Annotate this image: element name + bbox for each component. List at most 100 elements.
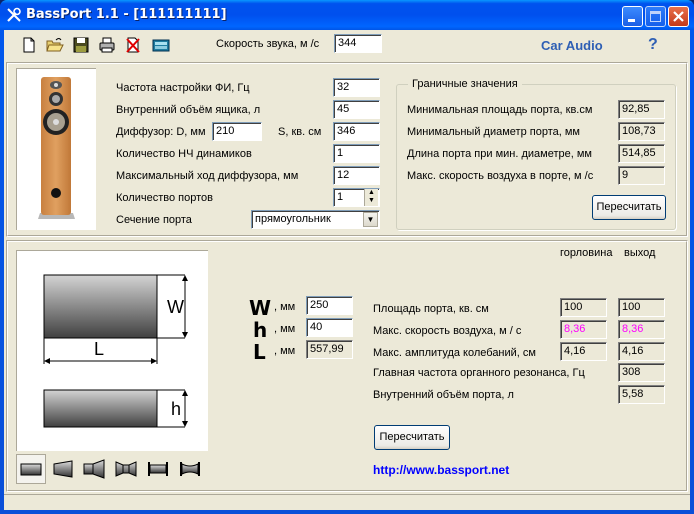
double-flared-port-icon	[115, 461, 137, 477]
limits-group-title: Граничные значения	[408, 78, 522, 90]
limit-value: 9	[618, 166, 665, 185]
port-dimensions-diagram: W L h	[43, 274, 188, 428]
title-bar[interactable]: BassPort 1.1 - [111111111]	[0, 0, 694, 30]
length-value: 557,99	[306, 340, 353, 359]
limit-value: 92,85	[618, 100, 665, 119]
amplitude-throat-value: 4,16	[560, 342, 607, 361]
shape-straight-button[interactable]	[16, 454, 46, 484]
shape-flared-button[interactable]	[48, 454, 78, 484]
diffuser-d-label: Диффузор: D, мм	[116, 126, 206, 138]
air-speed-label: Макс. скорость воздуха, м / с	[373, 325, 522, 337]
close-button[interactable]	[668, 6, 689, 27]
box-volume-label: Внутренний объём ящика, л	[116, 104, 261, 116]
print-icon[interactable]	[98, 36, 116, 54]
speaker-illustration	[38, 77, 75, 219]
limits-recalc-button[interactable]: Пересчитать	[592, 195, 666, 220]
h-unit: , мм	[274, 323, 296, 335]
height-input[interactable]: 40	[306, 318, 353, 337]
woofer-count-label: Количество НЧ динамиков	[116, 148, 252, 160]
save-icon[interactable]	[72, 36, 90, 54]
shape-flanged-button[interactable]	[144, 454, 174, 484]
flanged-port-icon	[148, 462, 168, 476]
w-symbol: W	[249, 296, 272, 320]
tuning-freq-input[interactable]: 32	[333, 78, 380, 97]
speaker-image	[16, 68, 96, 230]
diffuser-s-input[interactable]: 346	[333, 122, 380, 141]
close-icon	[673, 11, 684, 22]
max-excursion-input[interactable]: 12	[333, 166, 380, 185]
organ-resonance-value: 308	[618, 363, 665, 382]
port-volume-label: Внутренний объём порта, л	[373, 389, 514, 401]
diagram-h-label: h	[171, 399, 181, 419]
limit-label: Минимальная площадь порта, кв.см	[407, 104, 593, 116]
delete-icon[interactable]	[124, 36, 142, 54]
amplitude-label: Макс. амплитуда колебаний, см	[373, 347, 536, 359]
diagram-l-label: L	[94, 339, 104, 359]
port-section-value: прямоугольник	[255, 213, 331, 225]
port-count-spinner[interactable]: 1 ▲ ▼	[333, 188, 380, 207]
sound-speed-input[interactable]: 344	[334, 34, 382, 53]
diffuser-s-label: S, кв. см	[278, 126, 322, 138]
straight-port-icon	[20, 463, 42, 476]
diffuser-d-input[interactable]: 210	[212, 122, 262, 141]
box-volume-input[interactable]: 45	[333, 100, 380, 119]
spinner-buttons[interactable]: ▲ ▼	[364, 189, 378, 206]
spin-up-icon[interactable]: ▲	[365, 189, 378, 197]
tools-icon	[7, 7, 21, 22]
limit-value: 514,85	[618, 144, 665, 163]
window-title: BassPort 1.1 - [111111111]	[26, 7, 227, 22]
port-section-label: Сечение порта	[116, 214, 192, 226]
l-unit: , мм	[274, 345, 296, 357]
car-audio-link[interactable]: Car Audio	[541, 38, 603, 53]
w-unit: , мм	[274, 301, 296, 313]
stepped-port-icon	[83, 459, 105, 479]
help-icon[interactable]: ?	[648, 36, 658, 54]
width-input[interactable]: 250	[306, 296, 353, 315]
status-bar	[4, 494, 690, 510]
chevron-down-icon[interactable]: ▼	[363, 212, 378, 227]
website-link[interactable]: http://www.bassport.net	[373, 463, 509, 477]
minimize-button[interactable]	[622, 6, 643, 27]
h-symbol: h	[253, 318, 268, 342]
flared-port-icon	[53, 460, 73, 478]
shape-hourglass-button[interactable]	[176, 454, 206, 484]
port-section-select[interactable]: прямоугольник ▼	[251, 210, 380, 229]
air-speed-throat-value: 8,36	[560, 320, 607, 339]
area-throat-value: 100	[560, 298, 607, 317]
limit-value: 108,73	[618, 122, 665, 141]
max-excursion-label: Максимальный ход диффузора, мм	[116, 170, 299, 182]
sound-speed-label: Скорость звука, м /с	[216, 38, 320, 50]
minimize-icon	[628, 19, 635, 22]
new-file-icon[interactable]	[20, 36, 38, 54]
organ-resonance-label: Главная частота органного резонанса, Гц	[373, 367, 585, 379]
port-volume-value: 5,58	[618, 385, 665, 404]
toolbar: Скорость звука, м /с 344 Car Audio ?	[4, 30, 690, 60]
tuning-freq-label: Частота настройки ФИ, Гц	[116, 82, 250, 94]
limit-label: Минимальный диаметр порта, мм	[407, 126, 580, 138]
open-folder-icon[interactable]	[46, 36, 64, 54]
area-label: Площадь порта, кв. см	[373, 303, 489, 315]
port-count-label: Количество портов	[116, 192, 213, 204]
amplitude-exit-value: 4,16	[618, 342, 665, 361]
l-symbol: L	[253, 340, 266, 364]
calculator-icon[interactable]	[152, 36, 170, 54]
limit-label: Макс. скорость воздуха в порте, м /с	[407, 170, 594, 182]
shape-stepped-button[interactable]	[80, 454, 110, 484]
hourglass-port-icon	[180, 462, 200, 476]
shape-double-flared-button[interactable]	[112, 454, 142, 484]
throat-column-header: горловина	[560, 247, 613, 259]
diagram-w-label: W	[167, 297, 184, 317]
maximize-button[interactable]	[645, 6, 666, 27]
spin-down-icon[interactable]: ▼	[365, 197, 378, 205]
port-diagram: W L h	[16, 250, 208, 451]
area-exit-value: 100	[618, 298, 665, 317]
limit-label: Длина порта при мин. диаметре, мм	[407, 148, 592, 160]
port-recalc-button[interactable]: Пересчитать	[374, 425, 450, 450]
maximize-icon	[650, 11, 661, 22]
air-speed-exit-value: 8,36	[618, 320, 665, 339]
client-area: Скорость звука, м /с 344 Car Audio ? Час…	[4, 30, 690, 510]
port-count-value: 1	[337, 191, 344, 203]
woofer-count-input[interactable]: 1	[333, 144, 380, 163]
exit-column-header: выход	[624, 247, 656, 259]
app-window: BassPort 1.1 - [111111111] Скорость звук…	[0, 0, 694, 514]
